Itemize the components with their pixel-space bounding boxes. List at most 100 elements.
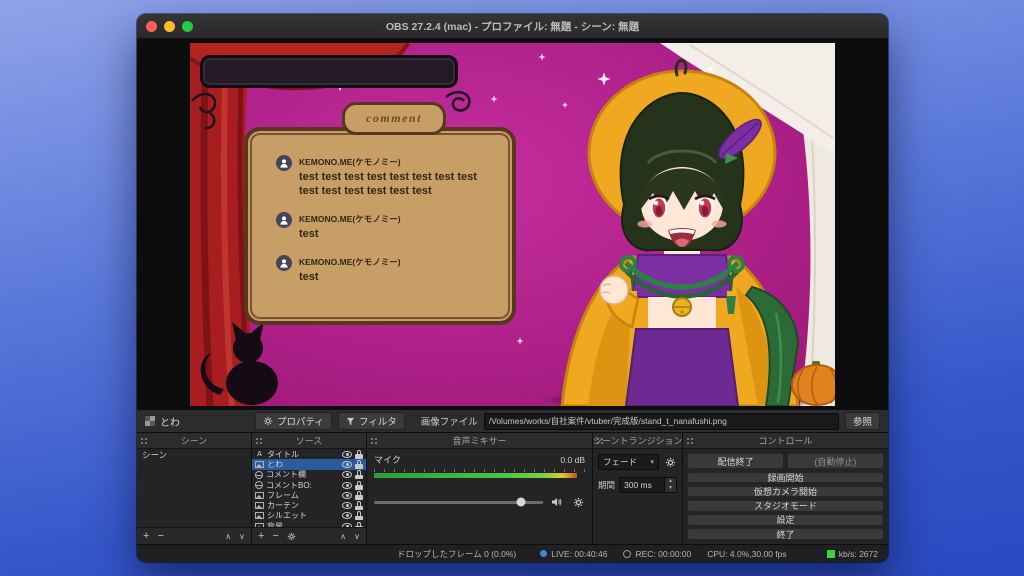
volume-slider-handle[interactable] [517, 498, 526, 507]
visibility-eye-icon[interactable] [342, 461, 352, 468]
lock-icon[interactable] [355, 522, 363, 527]
zoom-button[interactable] [182, 21, 193, 32]
start-recording-button[interactable]: 録画開始 [687, 472, 884, 484]
selected-source-name: とわ [160, 414, 180, 429]
source-row[interactable]: A タイトル [252, 449, 366, 459]
source-properties-button[interactable] [287, 532, 296, 541]
audio-mixer-dock: 音声ミキサー マイク 0.0 dB [367, 433, 593, 544]
settings-button[interactable]: 設定 [687, 514, 884, 526]
remove-source-button[interactable]: − [272, 531, 278, 541]
auto-stop-button[interactable]: (自動停止) [787, 453, 884, 469]
duration-value: 300 ms [620, 480, 664, 490]
visibility-eye-icon[interactable] [342, 482, 352, 489]
chat-message: KEMONO.ME(ケモノミー) test [276, 255, 498, 284]
exit-button[interactable]: 終了 [687, 528, 884, 540]
properties-button[interactable]: プロパティ [255, 412, 332, 430]
volume-meter [374, 473, 585, 478]
source-row[interactable]: フレーム [252, 490, 366, 500]
source-row[interactable]: コメント欄 [252, 470, 366, 480]
chat-text: test [299, 270, 401, 284]
chat-author: KEMONO.ME(ケモノミー) [299, 213, 401, 225]
volume-slider[interactable] [374, 501, 543, 504]
gear-icon [573, 497, 584, 508]
lock-icon[interactable] [355, 460, 363, 469]
sources-toolbar: + − ∧ ∨ [252, 527, 366, 544]
add-source-button[interactable]: + [258, 531, 264, 541]
filter-icon [346, 417, 355, 426]
browse-button[interactable]: 参照 [845, 412, 880, 430]
source-row[interactable]: 背景 [252, 521, 366, 527]
window-titlebar[interactable]: OBS 27.2.4 (mac) - プロファイル: 無題 - シーン: 無題 [137, 14, 888, 39]
duration-label: 期間 [598, 479, 615, 491]
file-path-input[interactable] [484, 413, 839, 430]
move-scene-down-button[interactable]: ∨ [239, 532, 245, 541]
source-row[interactable]: シルエット [252, 511, 366, 521]
source-row[interactable]: コメントBO: [252, 480, 366, 490]
move-source-down-button[interactable]: ∨ [354, 532, 360, 541]
transition-select[interactable]: フェード ▾ [598, 454, 659, 470]
visibility-eye-icon[interactable] [342, 502, 352, 509]
window-title: OBS 27.2.4 (mac) - プロファイル: 無題 - シーン: 無題 [386, 19, 639, 34]
lock-icon[interactable] [355, 501, 363, 510]
lock-icon[interactable] [355, 491, 363, 500]
move-source-up-button[interactable]: ∧ [340, 532, 346, 541]
visibility-eye-icon[interactable] [342, 492, 352, 499]
stop-streaming-button[interactable]: 配信終了 [687, 453, 784, 469]
controls-body: 配信終了 (自動停止) 録画開始 仮想カメラ開始 スタジオモード 設定 終了 [683, 449, 888, 544]
dock-row: シーン シーン + − ∧ ∨ ソース A [137, 432, 888, 544]
avatar [276, 255, 292, 271]
preview-area: comment KEMONO.ME(ケモノミー) test test test … [137, 39, 888, 409]
image-source-icon [255, 502, 264, 509]
lock-icon[interactable] [355, 450, 363, 459]
step-down-icon[interactable]: ▾ [665, 485, 676, 492]
scenes-dock-header[interactable]: シーン [137, 433, 251, 449]
obs-window: OBS 27.2.4 (mac) - プロファイル: 無題 - シーン: 無題 [137, 14, 888, 562]
move-scene-up-button[interactable]: ∧ [225, 532, 231, 541]
step-up-icon[interactable]: ▴ [665, 478, 676, 485]
mixer-level-db: 0.0 dB [560, 455, 585, 465]
comment-frame: KEMONO.ME(ケモノミー) test test test test tes… [244, 127, 516, 325]
filters-button[interactable]: フィルタ [338, 412, 405, 430]
mute-speaker-button[interactable] [550, 495, 564, 509]
lock-icon[interactable] [355, 481, 363, 490]
studio-mode-button[interactable]: スタジオモード [687, 500, 884, 512]
transitions-dock-header[interactable]: シーントランジション [593, 433, 682, 449]
close-button[interactable] [146, 21, 157, 32]
chevron-down-icon: ▾ [650, 458, 654, 466]
scene-canvas[interactable]: comment KEMONO.ME(ケモノミー) test test test … [190, 43, 835, 406]
duration-spinbox[interactable]: 300 ms ▴▾ [619, 477, 677, 493]
avatar [276, 212, 292, 228]
image-source-icon [255, 461, 264, 468]
mixer-settings-button[interactable] [571, 495, 585, 509]
minimize-button[interactable] [164, 21, 175, 32]
rec-status: REC: 00:00:00 [623, 549, 691, 559]
selected-source-chip: とわ [145, 414, 249, 429]
scenes-dock: シーン シーン + − ∧ ∨ [137, 433, 252, 544]
visibility-eye-icon[interactable] [342, 512, 352, 519]
source-context-bar: とわ プロパティ フィルタ 画像ファイル 参照 [137, 409, 888, 432]
volume-meter-fill [374, 473, 577, 478]
gear-icon [287, 532, 296, 541]
transitions-body: フェード ▾ 期間 300 ms ▴▾ [593, 449, 682, 544]
controls-dock-header[interactable]: コントロール [683, 433, 888, 449]
visibility-eye-icon[interactable] [342, 523, 352, 527]
visibility-eye-icon[interactable] [342, 451, 352, 458]
visibility-eye-icon[interactable] [342, 471, 352, 478]
lock-icon[interactable] [355, 470, 363, 479]
live-dot-icon [540, 550, 547, 557]
start-virtual-camera-button[interactable]: 仮想カメラ開始 [687, 486, 884, 498]
duration-stepper[interactable]: ▴▾ [664, 478, 676, 492]
scene-list-item[interactable]: シーン [137, 449, 251, 461]
chat-author: KEMONO.ME(ケモノミー) [299, 256, 401, 268]
remove-scene-button[interactable]: − [157, 531, 163, 541]
bitrate-health-icon [827, 550, 835, 558]
source-row[interactable]: カーテン [252, 500, 366, 510]
mixer-channel-name: マイク [374, 453, 401, 466]
mixer-dock-header[interactable]: 音声ミキサー [367, 433, 592, 449]
add-scene-button[interactable]: + [143, 531, 149, 541]
sources-dock-header[interactable]: ソース [252, 433, 366, 449]
lock-icon[interactable] [355, 511, 363, 520]
transition-settings-button[interactable] [663, 455, 677, 469]
source-row-selected[interactable]: とわ [252, 459, 366, 469]
sources-dock: ソース A タイトル とわ コメント欄 [252, 433, 367, 544]
